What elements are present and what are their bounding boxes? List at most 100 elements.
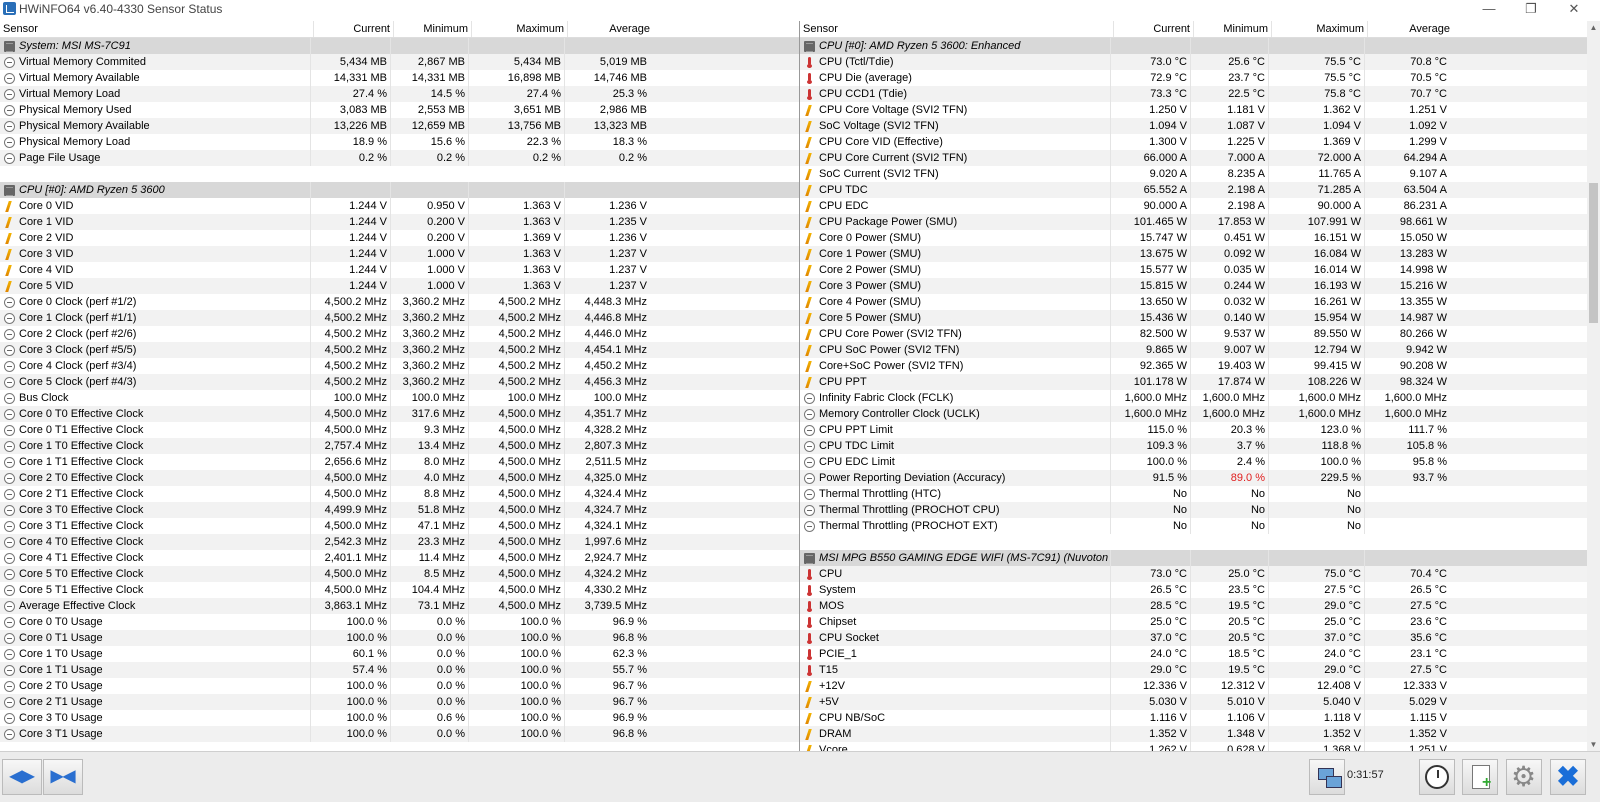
col-maximum-header[interactable]: Maximum: [471, 21, 567, 37]
sensor-row[interactable]: CPU 73.0 °C 25.0 °C 75.0 °C 70.4 °C: [800, 566, 1587, 582]
sensor-row[interactable]: Physical Memory Load 18.9 % 15.6 % 22.3 % 18…: [0, 134, 800, 150]
expand-columns-button[interactable]: ◀▶: [2, 759, 42, 795]
sensor-row[interactable]: CPU TDC 65.552 A 2.198 A 71.285 A 63.504 A: [800, 182, 1587, 198]
vertical-scrollbar[interactable]: ▲ ▼: [1587, 21, 1600, 751]
sensor-row[interactable]: Physical Memory Available 13,226 MB 12,659…: [0, 118, 800, 134]
sensor-row[interactable]: Core 0 T0 Effective Clock 4,500.0 MHz 317.…: [0, 406, 800, 422]
sensor-row[interactable]: Core 0 Power (SMU) 15.747 W 0.451 W 16.151 …: [800, 230, 1587, 246]
sensor-row[interactable]: Core 1 Power (SMU) 13.675 W 0.092 W 16.084 …: [800, 246, 1587, 262]
logging-report-icon[interactable]: [1462, 759, 1498, 795]
col-average-header[interactable]: Average: [567, 21, 653, 37]
left-sensor-table[interactable]: Sensor Current Minimum Maximum Average S…: [0, 21, 800, 751]
sensor-row[interactable]: Core 5 VID 1.244 V 1.000 V 1.363 V 1.237 V: [0, 278, 800, 294]
sensor-row[interactable]: Core 1 Clock (perf #1/1) 4,500.2 MHz 3,360…: [0, 310, 800, 326]
scroll-up-arrow-icon[interactable]: ▲: [1587, 21, 1600, 34]
col-sensor-header[interactable]: Sensor: [0, 21, 313, 37]
sensor-row[interactable]: Virtual Memory Load 27.4 % 14.5 % 27.4 % 25.…: [0, 86, 800, 102]
sensor-row[interactable]: Core 0 T1 Effective Clock 4,500.0 MHz 9.3 …: [0, 422, 800, 438]
sensor-row[interactable]: +12V 12.336 V 12.312 V 12.408 V 12.333 V: [800, 678, 1587, 694]
sensor-row[interactable]: Core 4 Clock (perf #3/4) 4,500.2 MHz 3,360…: [0, 358, 800, 374]
sensor-row[interactable]: Core 4 T0 Effective Clock 2,542.3 MHz 23.3…: [0, 534, 800, 550]
sensor-row[interactable]: Core 1 T1 Usage 57.4 % 0.0 % 100.0 % 55.7 %: [0, 662, 800, 678]
sensor-group-header[interactable]: CPU [#0]: AMD Ryzen 5 3600: Enhanced: [800, 38, 1587, 54]
sensor-row[interactable]: Core 4 T1 Effective Clock 2,401.1 MHz 11.4…: [0, 550, 800, 566]
sensor-row[interactable]: System 26.5 °C 23.5 °C 27.5 °C 26.5 °C: [800, 582, 1587, 598]
sensor-row[interactable]: Core 1 T0 Usage 60.1 % 0.0 % 100.0 % 62.3 %: [0, 646, 800, 662]
sensor-row[interactable]: Core 5 T0 Effective Clock 4,500.0 MHz 8.5 …: [0, 566, 800, 582]
sensor-row[interactable]: CPU EDC Limit 100.0 % 2.4 % 100.0 % 95.8 %: [800, 454, 1587, 470]
sensor-row[interactable]: CPU PPT 101.178 W 17.874 W 108.226 W 98.324 …: [800, 374, 1587, 390]
sensor-row[interactable]: Core 2 T0 Usage 100.0 % 0.0 % 100.0 % 96.7 %: [0, 678, 800, 694]
sensor-row[interactable]: Core+SoC Power (SVI2 TFN) 92.365 W 19.403 …: [800, 358, 1587, 374]
col-sensor-header[interactable]: Sensor: [800, 21, 1113, 37]
sensor-row[interactable]: CPU TDC Limit 109.3 % 3.7 % 118.8 % 105.8 %: [800, 438, 1587, 454]
sensor-row[interactable]: Core 3 T1 Effective Clock 4,500.0 MHz 47.1…: [0, 518, 800, 534]
sensor-row[interactable]: Bus Clock 100.0 MHz 100.0 MHz 100.0 MHz 100.…: [0, 390, 800, 406]
sensor-row[interactable]: Core 2 Clock (perf #2/6) 4,500.2 MHz 3,360…: [0, 326, 800, 342]
sensor-row[interactable]: Memory Controller Clock (UCLK) 1,600.0 MH…: [800, 406, 1587, 422]
sensor-row[interactable]: Core 4 VID 1.244 V 1.000 V 1.363 V 1.237 V: [0, 262, 800, 278]
sensor-group-header[interactable]: System: MSI MS-7C91: [0, 38, 800, 54]
sensor-row[interactable]: Core 4 Power (SMU) 13.650 W 0.032 W 16.261 …: [800, 294, 1587, 310]
sensor-row[interactable]: CPU PPT Limit 115.0 % 20.3 % 123.0 % 111.7 %: [800, 422, 1587, 438]
sensor-row[interactable]: CPU CCD1 (Tdie) 73.3 °C 22.5 °C 75.8 °C 70.7…: [800, 86, 1587, 102]
sensor-row[interactable]: CPU (Tctl/Tdie) 73.0 °C 25.6 °C 75.5 °C 70.8…: [800, 54, 1587, 70]
sensor-row[interactable]: DRAM 1.352 V 1.348 V 1.352 V 1.352 V: [800, 726, 1587, 742]
sensor-row[interactable]: Core 5 T1 Effective Clock 4,500.0 MHz 104.…: [0, 582, 800, 598]
sensor-row[interactable]: CPU Core Power (SVI2 TFN) 82.500 W 9.537 W…: [800, 326, 1587, 342]
sensor-row[interactable]: Core 5 Clock (perf #4/3) 4,500.2 MHz 3,360…: [0, 374, 800, 390]
sensor-row[interactable]: Average Effective Clock 3,863.1 MHz 73.1 M…: [0, 598, 800, 614]
sensor-row[interactable]: Core 0 T0 Usage 100.0 % 0.0 % 100.0 % 96.9 %: [0, 614, 800, 630]
sensor-row[interactable]: Core 1 VID 1.244 V 0.200 V 1.363 V 1.235 V: [0, 214, 800, 230]
sensor-row[interactable]: CPU Core Current (SVI2 TFN) 66.000 A 7.000…: [800, 150, 1587, 166]
sensor-row[interactable]: Core 0 VID 1.244 V 0.950 V 1.363 V 1.236 V: [0, 198, 800, 214]
sensor-row[interactable]: Infinity Fabric Clock (FCLK) 1,600.0 MHz 1…: [800, 390, 1587, 406]
collapse-columns-button[interactable]: ▶◀: [43, 759, 83, 795]
sensor-row[interactable]: CPU Die (average) 72.9 °C 23.7 °C 75.5 °C 70…: [800, 70, 1587, 86]
sensor-row[interactable]: Core 3 Clock (perf #5/5) 4,500.2 MHz 3,360…: [0, 342, 800, 358]
scroll-thumb[interactable]: [1589, 183, 1598, 323]
sensor-row[interactable]: CPU SoC Power (SVI2 TFN) 9.865 W 9.007 W 12…: [800, 342, 1587, 358]
sensor-row[interactable]: Vcore 1.262 V 0.628 V 1.368 V 1.251 V: [800, 742, 1587, 751]
sensor-row[interactable]: Power Reporting Deviation (Accuracy) 91.5…: [800, 470, 1587, 486]
sensor-row[interactable]: CPU Core VID (Effective) 1.300 V 1.225 V 1.…: [800, 134, 1587, 150]
sensor-row[interactable]: Core 3 VID 1.244 V 1.000 V 1.363 V 1.237 V: [0, 246, 800, 262]
sensor-row[interactable]: Core 1 T0 Effective Clock 2,757.4 MHz 13.4…: [0, 438, 800, 454]
right-sensor-table[interactable]: Sensor Current Minimum Maximum Average C…: [800, 21, 1587, 751]
col-average-header[interactable]: Average: [1367, 21, 1453, 37]
sensor-group-header[interactable]: MSI MPG B550 GAMING EDGE WIFI (MS-7C91) …: [800, 550, 1587, 566]
close-sensors-icon[interactable]: ✖: [1550, 759, 1586, 795]
sensor-row[interactable]: Chipset 25.0 °C 20.5 °C 25.0 °C 23.6 °C: [800, 614, 1587, 630]
sensor-row[interactable]: PCIE_1 24.0 °C 18.5 °C 24.0 °C 23.1 °C: [800, 646, 1587, 662]
sensor-row[interactable]: CPU NB/SoC 1.116 V 1.106 V 1.118 V 1.115 V: [800, 710, 1587, 726]
sensor-row[interactable]: Core 2 VID 1.244 V 0.200 V 1.369 V 1.236 V: [0, 230, 800, 246]
sensor-row[interactable]: Core 2 T1 Usage 100.0 % 0.0 % 100.0 % 96.7 %: [0, 694, 800, 710]
sensor-row[interactable]: MOS 28.5 °C 19.5 °C 29.0 °C 27.5 °C: [800, 598, 1587, 614]
col-minimum-header[interactable]: Minimum: [393, 21, 471, 37]
sensor-row[interactable]: Core 0 T1 Usage 100.0 % 0.0 % 100.0 % 96.8 %: [0, 630, 800, 646]
network-icon[interactable]: [1309, 759, 1345, 795]
settings-gear-icon[interactable]: [1506, 759, 1542, 795]
sensor-row[interactable]: +5V 5.030 V 5.010 V 5.040 V 5.029 V: [800, 694, 1587, 710]
clock-reset-icon[interactable]: [1419, 759, 1455, 795]
sensor-row[interactable]: Core 5 Power (SMU) 15.436 W 0.140 W 15.954 …: [800, 310, 1587, 326]
sensor-row[interactable]: Thermal Throttling (HTC) No No No: [800, 486, 1587, 502]
sensor-row[interactable]: SoC Current (SVI2 TFN) 9.020 A 8.235 A 11.7…: [800, 166, 1587, 182]
sensor-row[interactable]: Core 3 T0 Effective Clock 4,499.9 MHz 51.8…: [0, 502, 800, 518]
sensor-row[interactable]: Core 1 T1 Effective Clock 2,656.6 MHz 8.0 …: [0, 454, 800, 470]
sensor-group-header[interactable]: CPU [#0]: AMD Ryzen 5 3600: [0, 182, 800, 198]
close-window-button[interactable]: ✕: [1566, 1, 1582, 17]
sensor-row[interactable]: Page File Usage 0.2 % 0.2 % 0.2 % 0.2 %: [0, 150, 800, 166]
sensor-row[interactable]: Thermal Throttling (PROCHOT EXT) No No No: [800, 518, 1587, 534]
sensor-row[interactable]: Core 0 Clock (perf #1/2) 4,500.2 MHz 3,360…: [0, 294, 800, 310]
scroll-down-arrow-icon[interactable]: ▼: [1587, 738, 1600, 751]
col-current-header[interactable]: Current: [1113, 21, 1193, 37]
sensor-row[interactable]: Core 3 Power (SMU) 15.815 W 0.244 W 16.193 …: [800, 278, 1587, 294]
restore-button[interactable]: ❐: [1523, 1, 1539, 17]
sensor-row[interactable]: CPU Socket 37.0 °C 20.5 °C 37.0 °C 35.6 °C: [800, 630, 1587, 646]
col-current-header[interactable]: Current: [313, 21, 393, 37]
sensor-row[interactable]: Core 2 T0 Effective Clock 4,500.0 MHz 4.0 …: [0, 470, 800, 486]
sensor-row[interactable]: CPU Package Power (SMU) 101.465 W 17.853 W…: [800, 214, 1587, 230]
sensor-row[interactable]: Virtual Memory Available 14,331 MB 14,331 …: [0, 70, 800, 86]
sensor-row[interactable]: T15 29.0 °C 19.5 °C 29.0 °C 27.5 °C: [800, 662, 1587, 678]
